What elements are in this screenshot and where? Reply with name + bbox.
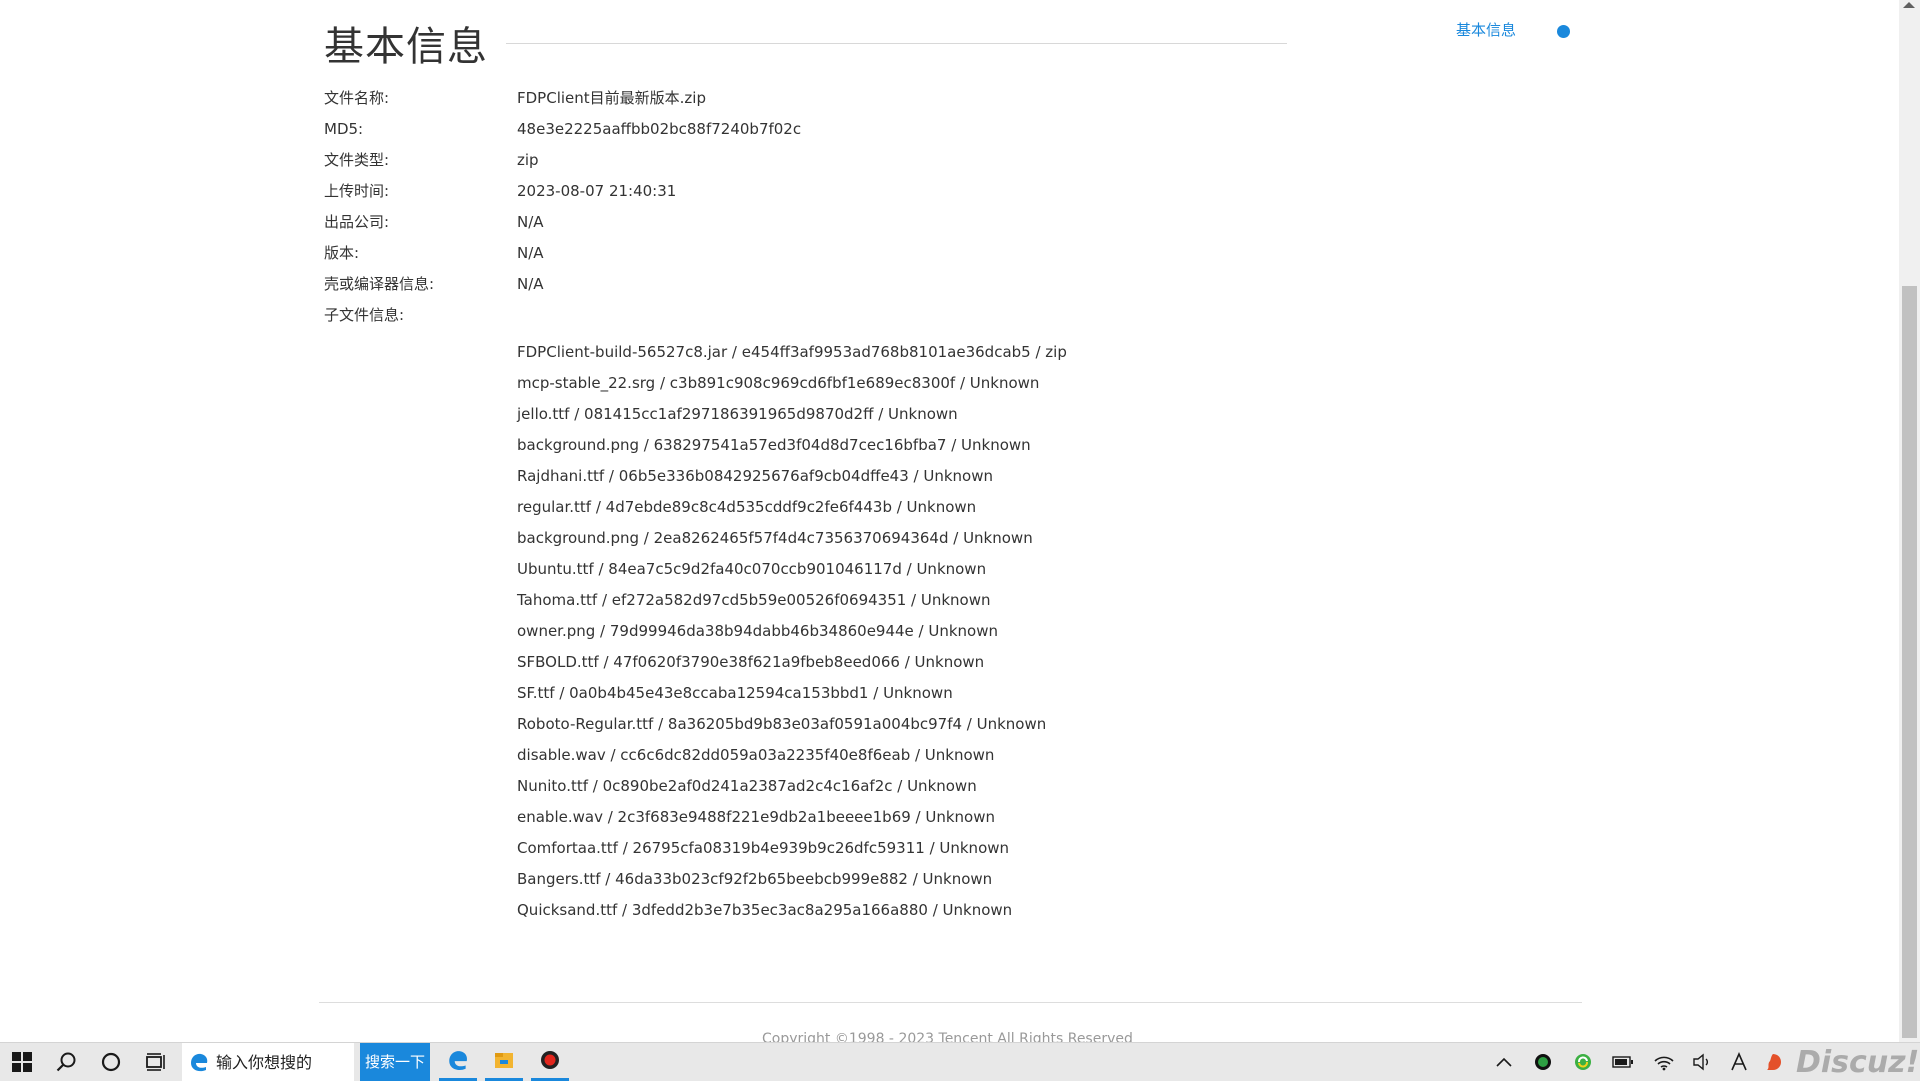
scrollbar-thumb[interactable] — [1902, 286, 1917, 1038]
windows-start-icon[interactable] — [10, 1043, 34, 1081]
info-label: 上传时间: — [324, 182, 390, 200]
side-nav-basic-info-link[interactable]: 基本信息 — [1456, 19, 1516, 40]
security-app-icon[interactable] — [1760, 1043, 1786, 1081]
info-row-sub-files: 子文件信息: — [0, 300, 1100, 331]
taskbar-search-button[interactable]: 搜索一下 — [360, 1043, 430, 1081]
sub-file-item: background.png / 2ea8262465f57f4d4c73563… — [517, 529, 1033, 547]
edge-icon — [186, 1049, 212, 1075]
edge-taskbar-button[interactable] — [436, 1043, 480, 1081]
sub-file-item: Tahoma.ttf / ef272a582d97cd5b59e00526f06… — [517, 591, 991, 609]
page-content: 基本信息 基本信息 文件名称: FDPClient目前最新版本.zip MD5:… — [0, 0, 1898, 1042]
info-label: MD5: — [324, 120, 364, 138]
info-row-upload-time: 上传时间: 2023-08-07 21:40:31 — [0, 176, 1100, 207]
info-value: N/A — [517, 213, 544, 231]
record-app-taskbar-button[interactable] — [528, 1043, 572, 1081]
sub-file-item: owner.png / 79d99946da38b94dabb46b34860e… — [517, 622, 999, 640]
footer-divider — [319, 1002, 1582, 1003]
info-value: FDPClient目前最新版本.zip — [517, 89, 706, 107]
status-green-icon[interactable] — [1530, 1043, 1556, 1081]
sub-file-item: Quicksand.ttf / 3dfedd2b3e7b35ec3ac8a295… — [517, 901, 1013, 919]
info-row-packer-compiler: 壳或编译器信息: N/A — [0, 269, 1100, 300]
info-label: 文件名称: — [324, 89, 390, 107]
sub-file-item: Comfortaa.ttf / 26795cfa08319b4e939b9c26… — [517, 839, 1010, 857]
discuz-watermark: Discuz! — [1796, 1045, 1920, 1080]
sub-file-item: jello.ttf / 081415cc1af297186391965d9870… — [517, 405, 958, 423]
scroll-up-arrow-icon[interactable] — [1903, 2, 1915, 8]
info-row-file-type: 文件类型: zip — [0, 145, 1100, 176]
sub-file-item: FDPClient-build-56527c8.jar / e454ff3af9… — [517, 343, 1067, 361]
sub-file-item: SF.ttf / 0a0b4b45e43e8ccaba12594ca153bbd… — [517, 684, 953, 702]
info-value: zip — [517, 151, 539, 169]
sub-file-item: mcp-stable_22.srg / c3b891c908c969cd6fbf… — [517, 374, 1040, 392]
record-app-icon — [539, 1049, 561, 1075]
sub-file-item: background.png / 638297541a57ed3f04d8d7c… — [517, 436, 1031, 454]
info-value: 48e3e2225aaffbb02bc88f7240b7f02c — [517, 120, 802, 138]
info-row-file-name: 文件名称: FDPClient目前最新版本.zip — [0, 83, 1100, 114]
sub-file-item: Rajdhani.ttf / 06b5e336b0842925676af9cb0… — [517, 467, 993, 485]
ime-icon[interactable] — [1726, 1043, 1752, 1081]
info-row-publisher: 出品公司: N/A — [0, 207, 1100, 238]
sub-file-item: enable.wav / 2c3f683e9488f221e9db2a1beee… — [517, 808, 996, 826]
taskbar: 搜索一下 Discuz! — [0, 1042, 1920, 1081]
info-label: 壳或编译器信息: — [324, 275, 435, 293]
page-scrollbar[interactable] — [1899, 0, 1920, 1042]
section-title: 基本信息 — [324, 24, 488, 70]
info-row-md5: MD5: 48e3e2225aaffbb02bc88f7240b7f02c — [0, 114, 1100, 145]
sub-file-list: FDPClient-build-56527c8.jar / e454ff3af9… — [517, 337, 1067, 926]
edge-icon — [446, 1048, 470, 1076]
info-label: 出品公司: — [324, 213, 390, 231]
sub-file-item: SFBOLD.ttf / 47f0620f3790e38f621a9fbeb8e… — [517, 653, 985, 671]
sub-file-item: Bangers.ttf / 46da33b023cf92f2b65beebcb9… — [517, 870, 993, 888]
sub-file-item: Nunito.ttf / 0c890be2af0d241a2387ad2c4c1… — [517, 777, 977, 795]
info-value: N/A — [517, 244, 544, 262]
sub-file-item: Ubuntu.ttf / 84ea7c5c9d2fa40c070ccb90104… — [517, 560, 987, 578]
info-label: 版本: — [324, 244, 360, 262]
task-view-icon[interactable] — [143, 1043, 167, 1081]
cortana-icon[interactable] — [99, 1043, 123, 1081]
info-label: 文件类型: — [324, 151, 390, 169]
side-nav-active-dot — [1557, 25, 1570, 38]
sync-icon[interactable] — [1570, 1043, 1596, 1081]
info-value: 2023-08-07 21:40:31 — [517, 182, 677, 200]
file-explorer-icon — [492, 1048, 516, 1076]
sub-file-item: regular.ttf / 4d7ebde89c8c4d535cddf9c2fe… — [517, 498, 977, 516]
volume-icon[interactable] — [1688, 1043, 1716, 1081]
info-label: 子文件信息: — [324, 306, 405, 324]
taskbar-web-search[interactable] — [182, 1043, 354, 1081]
battery-icon[interactable] — [1609, 1043, 1637, 1081]
footer-copyright: Copyright ©1998 - 2023 Tencent All Right… — [762, 1031, 1133, 1042]
wifi-icon[interactable] — [1650, 1043, 1678, 1081]
file-explorer-taskbar-button[interactable] — [482, 1043, 526, 1081]
show-hidden-icons-chevron-icon[interactable] — [1490, 1043, 1518, 1081]
search-icon[interactable] — [54, 1043, 78, 1081]
title-divider — [506, 43, 1287, 44]
sub-file-item: Roboto-Regular.ttf / 8a36205bd9b83e03af0… — [517, 715, 1047, 733]
taskbar-search-input[interactable] — [212, 1052, 352, 1072]
sub-file-item: disable.wav / cc6c6dc82dd059a03a2235f40e… — [517, 746, 995, 764]
info-value: N/A — [517, 275, 544, 293]
info-row-version: 版本: N/A — [0, 238, 1100, 269]
